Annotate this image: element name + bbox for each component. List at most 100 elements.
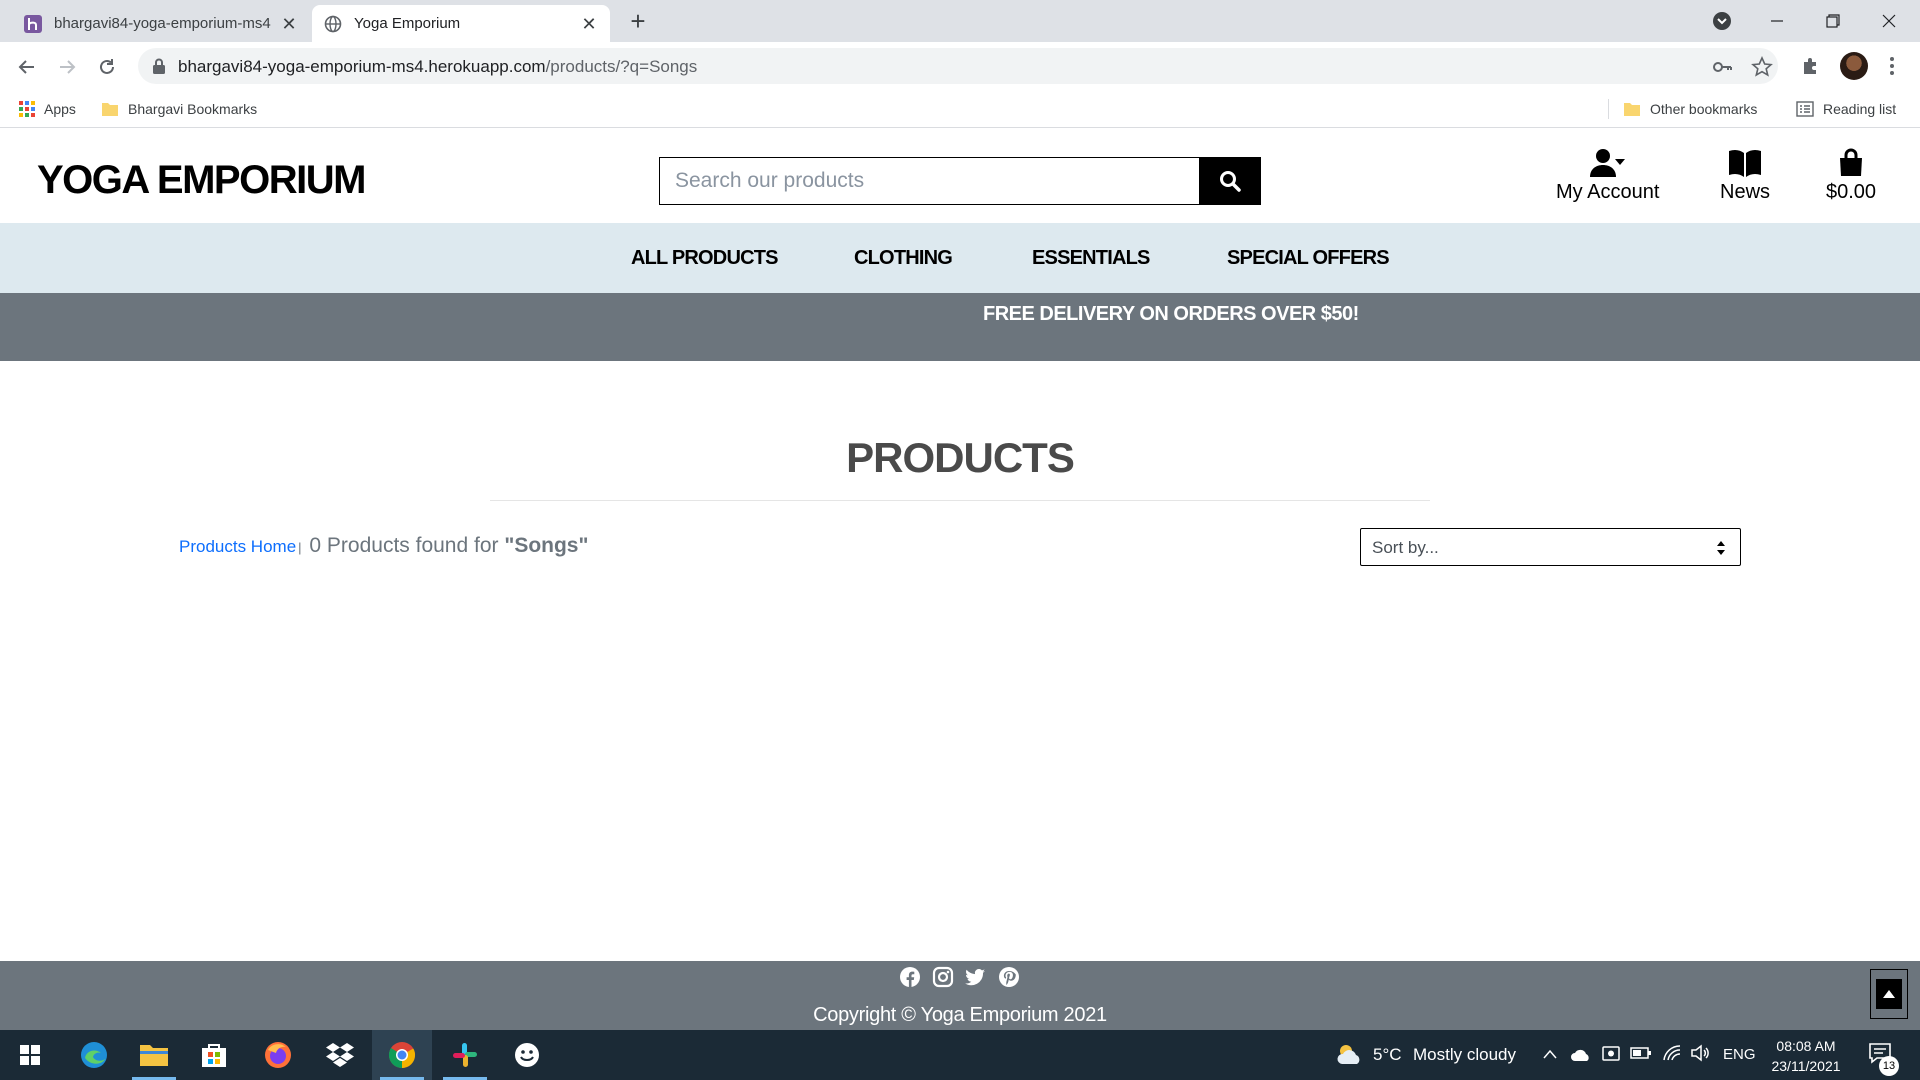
search-input[interactable] bbox=[659, 157, 1201, 205]
device-icon[interactable] bbox=[1601, 1044, 1621, 1064]
taskbar-chrome[interactable] bbox=[372, 1030, 432, 1080]
smiley-icon bbox=[515, 1043, 539, 1067]
browser-menu-button[interactable] bbox=[1880, 54, 1904, 78]
nav-special-offers[interactable]: SPECIAL OFFERS bbox=[1227, 247, 1390, 270]
minimize-button[interactable] bbox=[1749, 0, 1805, 42]
heroku-icon bbox=[24, 14, 42, 33]
twitter-icon[interactable] bbox=[964, 966, 986, 988]
close-window-button[interactable] bbox=[1861, 0, 1917, 42]
bookmark-divider bbox=[1608, 99, 1609, 119]
forward-button[interactable] bbox=[51, 51, 83, 83]
copyright-text: Copyright © Yoga Emporium 2021 bbox=[813, 1004, 1107, 1026]
store-icon bbox=[202, 1044, 226, 1067]
restore-button[interactable] bbox=[1805, 0, 1861, 42]
tab-title: Yoga Emporium bbox=[354, 15, 461, 32]
folder-icon bbox=[102, 103, 118, 116]
arrow-up-icon bbox=[1883, 990, 1895, 998]
notification-count: 13 bbox=[1879, 1056, 1899, 1076]
separator: | bbox=[298, 540, 302, 555]
taskbar-store[interactable] bbox=[184, 1030, 244, 1080]
weather-cloudy-icon[interactable] bbox=[1335, 1042, 1365, 1068]
bookmark-label: Apps bbox=[44, 101, 76, 117]
url-text: bhargavi84-yoga-emporium-ms4.herokuapp.c… bbox=[178, 57, 697, 77]
site-footer: Copyright © Yoga Emporium 2021 bbox=[0, 961, 1920, 1030]
tab-heroku[interactable]: bhargavi84-yoga-emporium-ms4 ✕ bbox=[12, 5, 310, 42]
delivery-banner: FREE DELIVERY ON ORDERS OVER $50! bbox=[0, 293, 1920, 361]
system-clock[interactable]: 08:08 AM 23/11/2021 bbox=[1758, 1036, 1854, 1076]
taskbar-firefox[interactable] bbox=[248, 1030, 308, 1080]
browser-tab-bar: bhargavi84-yoga-emporium-ms4 ✕ Yoga Empo… bbox=[0, 0, 1920, 42]
key-icon[interactable] bbox=[1711, 56, 1733, 78]
edge-icon bbox=[81, 1042, 107, 1068]
instagram-icon[interactable] bbox=[932, 966, 954, 988]
bookmarks-bar: Apps Bhargavi Bookmarks Other bookmarks … bbox=[0, 90, 1920, 128]
start-button[interactable] bbox=[0, 1030, 60, 1080]
facebook-icon[interactable] bbox=[899, 966, 921, 988]
clock-date: 23/11/2021 bbox=[1771, 1058, 1841, 1074]
search-term: "Songs" bbox=[504, 534, 589, 557]
close-tab-icon[interactable]: ✕ bbox=[280, 15, 298, 33]
windows-icon bbox=[20, 1045, 40, 1065]
globe-icon bbox=[324, 15, 342, 32]
products-home-link[interactable]: Products Home bbox=[179, 537, 296, 556]
close-tab-icon[interactable]: ✕ bbox=[580, 15, 598, 33]
reading-list[interactable]: Reading list bbox=[1796, 90, 1896, 128]
new-tab-button[interactable]: + bbox=[624, 8, 652, 36]
my-account-label: My Account bbox=[1556, 181, 1660, 203]
volume-icon[interactable] bbox=[1690, 1044, 1710, 1062]
title-divider bbox=[490, 500, 1430, 501]
battery-icon[interactable] bbox=[1630, 1046, 1652, 1060]
search-button[interactable] bbox=[1199, 157, 1261, 205]
nav-essentials[interactable]: ESSENTIALS bbox=[1032, 247, 1150, 270]
clock-time: 08:08 AM bbox=[1776, 1038, 1836, 1054]
weather-temperature: 5°C bbox=[1373, 1045, 1402, 1064]
taskbar-file-explorer[interactable] bbox=[124, 1030, 184, 1080]
results-summary: Products Home | 0 Products found for "Son… bbox=[179, 534, 588, 558]
bookmark-label: Reading list bbox=[1823, 101, 1897, 117]
extensions-button[interactable] bbox=[1799, 54, 1823, 78]
profile-avatar[interactable] bbox=[1840, 52, 1868, 80]
nav-clothing[interactable]: CLOTHING bbox=[854, 247, 953, 270]
back-to-top-button[interactable] bbox=[1870, 969, 1908, 1019]
url-host: bhargavi84-yoga-emporium-ms4.herokuapp.c… bbox=[178, 57, 546, 76]
taskbar-edge[interactable] bbox=[64, 1030, 124, 1080]
bookmark-folder-bhargavi[interactable]: Bhargavi Bookmarks bbox=[101, 90, 257, 128]
bookmark-apps[interactable]: Apps bbox=[19, 90, 76, 128]
restore-icon bbox=[1826, 14, 1840, 28]
apps-grid-icon bbox=[19, 101, 35, 117]
taskbar-slack[interactable] bbox=[435, 1030, 495, 1080]
firefox-icon bbox=[265, 1042, 291, 1068]
tab-search-icon[interactable] bbox=[1710, 9, 1734, 33]
pinterest-icon[interactable] bbox=[998, 966, 1020, 988]
nav-all-products[interactable]: ALL PRODUCTS bbox=[631, 247, 779, 270]
main-nav: ALL PRODUCTS CLOTHING ESSENTIALS SPECIAL… bbox=[0, 223, 1920, 293]
arrow-right-icon bbox=[60, 60, 76, 74]
sort-select[interactable]: Sort by... bbox=[1360, 528, 1741, 566]
reload-icon bbox=[100, 59, 114, 74]
address-bar[interactable]: bhargavi84-yoga-emporium-ms4.herokuapp.c… bbox=[138, 48, 1778, 84]
taskbar-dropbox[interactable] bbox=[310, 1030, 370, 1080]
wifi-icon[interactable] bbox=[1662, 1044, 1682, 1062]
browser-toolbar: bhargavi84-yoga-emporium-ms4.herokuapp.c… bbox=[0, 42, 1920, 90]
tab-yoga-emporium[interactable]: Yoga Emporium ✕ bbox=[312, 5, 610, 42]
site-header: YOGA EMPORIUM My Account News $0.00 bbox=[0, 129, 1920, 223]
chevron-up-icon[interactable] bbox=[1543, 1049, 1557, 1059]
bookmark-other[interactable]: Other bookmarks bbox=[1623, 90, 1757, 128]
star-icon[interactable] bbox=[1751, 56, 1773, 78]
search-icon bbox=[1220, 171, 1241, 192]
weather-description: Mostly cloudy bbox=[1413, 1045, 1516, 1064]
news-link[interactable]: News bbox=[1720, 147, 1770, 204]
back-button[interactable] bbox=[11, 51, 43, 83]
more-vertical-icon bbox=[1890, 57, 1894, 75]
bookmark-label: Other bookmarks bbox=[1650, 101, 1758, 117]
language-indicator[interactable]: ENG bbox=[1723, 1046, 1756, 1063]
onedrive-icon[interactable] bbox=[1570, 1046, 1592, 1062]
reload-button[interactable] bbox=[91, 51, 123, 83]
banner-text: FREE DELIVERY ON ORDERS OVER $50! bbox=[983, 303, 1359, 325]
reading-list-icon bbox=[1796, 101, 1814, 117]
shopping-bag-link[interactable]: $0.00 bbox=[1826, 147, 1876, 204]
my-account-link[interactable]: My Account bbox=[1556, 147, 1659, 204]
windows-taskbar: 5°C Mostly cloudy ENG 08:08 AM 23/11/202… bbox=[0, 1030, 1920, 1080]
site-logo[interactable]: YOGA EMPORIUM bbox=[37, 158, 366, 203]
taskbar-smiley-app[interactable] bbox=[497, 1030, 557, 1080]
